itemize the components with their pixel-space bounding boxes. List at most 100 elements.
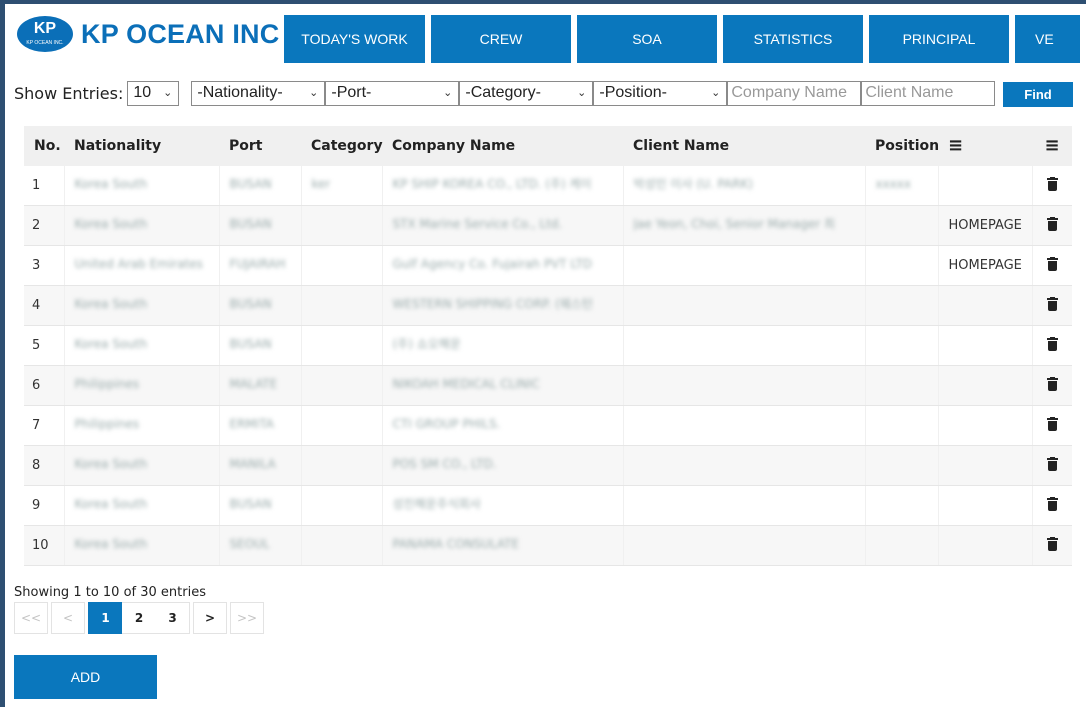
table-row[interactable]: 5 Korea South BUSAN (주) 쇼오해운 (24, 325, 1072, 366)
position-value: -Position- (599, 84, 667, 101)
cell-company-name: PANAMA CONSULATE (392, 536, 520, 551)
window-left-border (0, 0, 5, 707)
trash-icon[interactable] (1046, 296, 1058, 311)
brand-name: KP OCEAN INC (81, 18, 280, 49)
position-select[interactable]: -Position- ⌄ (593, 80, 728, 106)
cell-port: BUSAN (229, 496, 272, 511)
cell-port: MANILA (229, 456, 276, 471)
page-prev-button[interactable]: < (51, 602, 85, 634)
cell-nationality: Korea South (74, 336, 148, 351)
logo-badge-subtext: KP OCEAN INC. (26, 40, 64, 46)
chevron-down-icon: ⌄ (163, 86, 173, 99)
page-1-button[interactable]: 1 (88, 602, 122, 634)
trash-icon[interactable] (1046, 256, 1058, 271)
hamburger-menu-icon[interactable]: ≡ (1044, 135, 1059, 156)
table-row[interactable]: 10 Korea South SEOUL PANAMA CONSULATE (24, 525, 1072, 566)
header-client-name[interactable]: Client Name (623, 126, 865, 166)
nav-crew[interactable]: CREW (431, 15, 571, 63)
nationality-select[interactable]: -Nationality- ⌄ (191, 80, 326, 106)
cell-client-name: 박성민 이사 (U. PARK) (633, 177, 754, 191)
show-entries-label: Show Entries: (14, 83, 124, 103)
cell-port: BUSAN (229, 336, 272, 351)
cell-no: 4 (32, 298, 41, 313)
table-row[interactable]: 8 Korea South MANILA POS SM CO., LTD. (24, 445, 1072, 486)
trash-icon[interactable] (1046, 176, 1058, 191)
chevron-down-icon: ⌄ (443, 86, 453, 99)
cell-nationality: Korea South (74, 536, 148, 551)
port-value: -Port- (331, 84, 372, 101)
category-select[interactable]: -Category- ⌄ (459, 80, 594, 106)
table-row[interactable]: 6 Philippines MALATE NIKOAH MEDICAL CLINIC (24, 365, 1072, 406)
cell-port: ERMITA (229, 416, 274, 431)
page-2-button[interactable]: 2 (122, 602, 156, 634)
port-select[interactable]: -Port- ⌄ (325, 80, 460, 106)
pagination: << < 1 2 3 > >> (14, 602, 267, 634)
cell-company-name: CTI GROUP PHILS. (392, 416, 501, 431)
table-row[interactable]: 7 Philippines ERMITA CTI GROUP PHILS. (24, 405, 1072, 446)
nationality-value: -Nationality- (197, 84, 283, 101)
trash-icon[interactable] (1046, 536, 1058, 551)
hamburger-menu-icon[interactable]: ≡ (948, 135, 963, 156)
find-button[interactable]: Find (1003, 82, 1073, 107)
homepage-link[interactable]: HOMEPAGE (949, 218, 1022, 233)
trash-icon[interactable] (1046, 216, 1058, 231)
table-row[interactable]: 4 Korea South BUSAN WESTERN SHIPPING CORP. … (24, 285, 1072, 326)
header-nationality[interactable]: Nationality (64, 126, 219, 166)
trash-icon[interactable] (1046, 496, 1058, 511)
cell-nationality: Philippines (74, 376, 140, 391)
table-row[interactable]: 3 United Arab Emirates FUJAIRAH Gulf Agency… (24, 245, 1072, 286)
nav-principal[interactable]: PRINCIPAL (869, 15, 1009, 63)
nav-todays-work[interactable]: TODAY'S WORK (284, 15, 425, 63)
cell-category: ker (311, 176, 331, 191)
header-menu[interactable]: ≡ (938, 126, 1032, 166)
cell-no: 6 (32, 378, 41, 393)
main-nav: TODAY'S WORK CREW SOA STATISTICS PRINCIP… (284, 15, 1080, 63)
page-next-button[interactable]: > (193, 602, 227, 634)
company-name-input[interactable]: Company Name (727, 80, 862, 106)
nav-soa[interactable]: SOA (577, 15, 717, 63)
homepage-link[interactable]: HOMEPAGE (949, 258, 1022, 273)
header-no[interactable]: No. (24, 126, 64, 166)
cell-no: 9 (32, 498, 41, 513)
header: KP KP OCEAN INC. KP OCEAN INC TODAY'S WO… (5, 4, 1086, 64)
cell-port: SEOUL (229, 536, 270, 551)
table-row[interactable]: 2 Korea South BUSAN STX Marine Service Co.,… (24, 205, 1072, 246)
nav-statistics[interactable]: STATISTICS (723, 15, 863, 63)
header-category[interactable]: Category (301, 126, 383, 166)
table-row[interactable]: 9 Korea South BUSAN 성진해운주식회사 (24, 485, 1072, 526)
trash-icon[interactable] (1046, 456, 1058, 471)
trash-icon[interactable] (1046, 416, 1058, 431)
trash-icon[interactable] (1046, 376, 1058, 391)
page-3-button[interactable]: 3 (156, 602, 190, 634)
entries-select[interactable]: 10 ⌄ (127, 80, 180, 106)
cell-port: BUSAN (229, 176, 272, 191)
cell-nationality: Philippines (74, 416, 140, 431)
filter-bar: Show Entries: 10 ⌄ -Nationality- ⌄ -Port… (14, 80, 996, 106)
header-port[interactable]: Port (219, 126, 301, 166)
cell-port: MALATE (229, 376, 278, 391)
cell-no: 8 (32, 458, 41, 473)
cell-nationality: Korea South (74, 296, 148, 311)
cell-nationality: Korea South (74, 176, 148, 191)
header-company-name[interactable]: Company Name (382, 126, 623, 166)
brand-logo[interactable]: KP KP OCEAN INC. KP OCEAN INC (17, 16, 279, 52)
header-position[interactable]: Position (865, 126, 939, 166)
cell-no: 7 (32, 418, 41, 433)
page-first-button[interactable]: << (14, 602, 48, 634)
trash-icon[interactable] (1046, 336, 1058, 351)
cell-company-name: Gulf Agency Co. Fujairah PVT LTD (392, 256, 593, 271)
logo-badge-text: KP (33, 20, 57, 37)
cell-nationality: United Arab Emirates (74, 256, 203, 271)
add-button[interactable]: ADD (14, 655, 157, 699)
cell-nationality: Korea South (74, 496, 148, 511)
page-last-button[interactable]: >> (230, 602, 264, 634)
cell-no: 5 (32, 338, 41, 353)
nav-vessel[interactable]: VE (1015, 15, 1080, 63)
header-menu-2[interactable]: ≡ (1032, 126, 1072, 166)
cell-port: FUJAIRAH (229, 256, 286, 271)
client-name-input[interactable]: Client Name (861, 80, 996, 106)
table-row[interactable]: 1 Korea South BUSAN ker KP SHIP KOREA CO., L… (24, 166, 1072, 206)
cell-port: BUSAN (229, 216, 272, 231)
entries-summary: Showing 1 to 10 of 30 entries (14, 585, 206, 600)
cell-company-name: NIKOAH MEDICAL CLINIC (392, 376, 540, 391)
